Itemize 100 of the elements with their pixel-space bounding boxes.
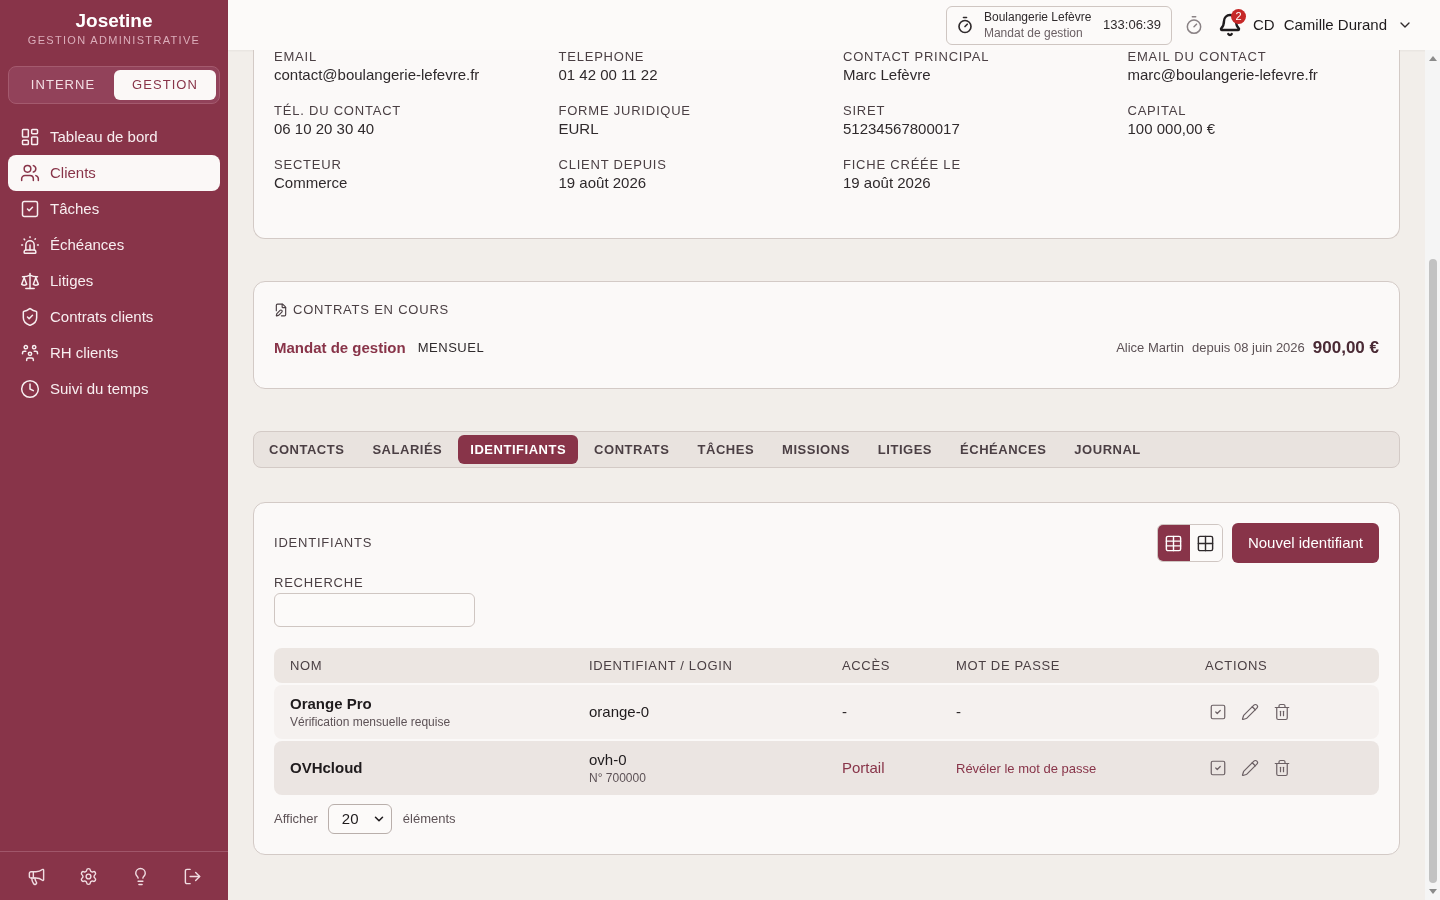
tab[interactable]: IDENTIFIANTS (458, 435, 579, 464)
field-label: CLIENT DEPUIS (558, 158, 668, 171)
credential-login: ovh-0 (589, 750, 628, 770)
field-label: TELEPHONE (558, 50, 646, 63)
document-pen-icon (274, 303, 288, 317)
megaphone-icon[interactable] (26, 866, 46, 886)
scales-icon (20, 271, 40, 291)
credential-note: Vérification mensuelle requise (290, 714, 452, 730)
contract-amount: 900,00 € (1312, 337, 1379, 360)
access-link[interactable]: Portail (842, 759, 885, 776)
contract-frequency: MENSUEL (417, 339, 485, 358)
checkbox-icon[interactable] (1209, 703, 1227, 721)
table-icon (1164, 533, 1184, 553)
tab[interactable]: MISSIONS (770, 435, 862, 464)
credential-name: OVHcloud (290, 758, 364, 778)
field-label: FORME JURIDIQUE (558, 104, 692, 117)
field-value: contact@boulangerie-lefevre.fr (274, 65, 481, 85)
notification-badge: 2 (1230, 9, 1246, 24)
tab[interactable]: JOURNAL (1062, 435, 1153, 464)
dashboard-icon (20, 127, 40, 147)
tab[interactable]: SALARIÉS (360, 435, 455, 464)
nav-item[interactable]: Tableau de bord (8, 119, 220, 155)
tab[interactable]: ÉCHÉANCES (948, 435, 1059, 464)
field-value: Commerce (274, 173, 349, 193)
table-cell: - (842, 703, 847, 720)
section-title: IDENTIFIANTS (274, 534, 373, 553)
field-label: SIRET (843, 104, 887, 117)
field-label: CAPITAL (1127, 104, 1188, 117)
user-name[interactable]: Camille Durand (1283, 13, 1387, 37)
column-header: ACTIONS (1204, 656, 1269, 675)
clock-icon (20, 379, 40, 399)
view-button[interactable] (1157, 525, 1190, 561)
field-label: EMAIL DU CONTACT (1127, 50, 1268, 63)
field-value: marc@boulangerie-lefevre.fr (1127, 65, 1319, 85)
field-value: 100 000,00 € (1127, 119, 1217, 139)
brand-subtitle: GESTION ADMINISTRATIVE (27, 33, 201, 47)
timer-client: Boulangerie Lefèvre (983, 9, 1092, 25)
new-credential-button[interactable]: Nouvel identifiant (1231, 523, 1379, 563)
field-value: Marc Lefèvre (843, 65, 932, 85)
page-size-prefix: Afficher (274, 810, 318, 829)
logout-icon[interactable] (182, 866, 202, 886)
nav-item[interactable]: Contrats clients (8, 299, 220, 335)
page-size-select[interactable]: 20 (327, 804, 392, 834)
nav-item[interactable]: Tâches (8, 191, 220, 227)
column-header: ACCÈS (841, 656, 892, 675)
field-value: 01 42 00 11 22 (558, 65, 659, 85)
field-value: 51234567800017 (843, 119, 961, 139)
section-title: CONTRATS EN COURS (293, 301, 450, 320)
contract-manager: Alice Martin (1116, 339, 1185, 358)
nav-item[interactable]: Litiges (8, 263, 220, 299)
trash-icon[interactable] (1273, 703, 1291, 721)
siren-icon (20, 235, 40, 255)
bell-icon[interactable] (1217, 13, 1242, 37)
search-label: RECHERCHE (274, 576, 365, 590)
tab[interactable]: LITIGES (865, 435, 945, 464)
settings-icon[interactable] (78, 866, 98, 886)
column-header: IDENTIFIANT / LOGIN (588, 656, 734, 675)
column-header: NOM (289, 656, 324, 675)
scrollbar-thumb[interactable] (1428, 259, 1437, 883)
checkbox-icon[interactable] (1209, 759, 1227, 777)
page-size-suffix: éléments (402, 810, 456, 829)
pencil-icon[interactable] (1241, 703, 1259, 721)
tab[interactable]: CONTACTS (257, 435, 357, 464)
nav-item[interactable]: RH clients (8, 335, 220, 371)
group-icon (20, 343, 40, 363)
login-number: N° 700000 (589, 770, 647, 786)
trash-icon[interactable] (1273, 759, 1291, 777)
shield-check-icon (20, 307, 40, 327)
search-field[interactable] (274, 593, 475, 627)
tab[interactable]: TÂCHES (685, 435, 767, 464)
scrollbar[interactable] (1425, 50, 1440, 900)
mode-tab[interactable]: INTERNE (12, 70, 114, 100)
users-icon (20, 163, 40, 183)
checkbox-icon (20, 199, 40, 219)
field-value: 19 août 2026 (843, 173, 932, 193)
credential-login: orange-0 (589, 702, 651, 722)
column-header: MOT DE PASSE (955, 656, 1062, 675)
contract-name[interactable]: Mandat de gestion (274, 336, 406, 360)
brand-name: Josetine (75, 9, 153, 33)
nav-item[interactable]: Clients (8, 155, 220, 191)
scroll-down-arrow-icon[interactable] (1428, 889, 1437, 894)
field-label: CONTACT PRINCIPAL (843, 50, 991, 63)
mode-tab[interactable]: GESTION (114, 70, 216, 100)
pencil-icon[interactable] (1241, 759, 1259, 777)
field-value: 19 août 2026 (558, 173, 648, 193)
field-value: EURL (558, 119, 600, 139)
reveal-password-link[interactable]: Révéler le mot de passe (956, 761, 1097, 776)
stopwatch-icon (955, 16, 974, 34)
nav-item[interactable]: Échéances (8, 227, 220, 263)
tab[interactable]: CONTRATS (582, 435, 682, 464)
field-label: SECTEUR (274, 158, 343, 171)
nav-item[interactable]: Suivi du temps (8, 371, 220, 407)
field-label: EMAIL (274, 50, 318, 63)
user-initials[interactable]: CD (1252, 13, 1275, 37)
timer-contract: Mandat de gestion (983, 25, 1084, 41)
field-value: 06 10 20 30 40 (274, 119, 376, 139)
field-label: TÉL. DU CONTACT (274, 104, 403, 117)
scroll-up-arrow-icon[interactable] (1428, 56, 1437, 61)
timer-elapsed: 133:06:39 (1103, 16, 1161, 35)
contract-start-date: depuis 08 juin 2026 (1192, 339, 1305, 358)
